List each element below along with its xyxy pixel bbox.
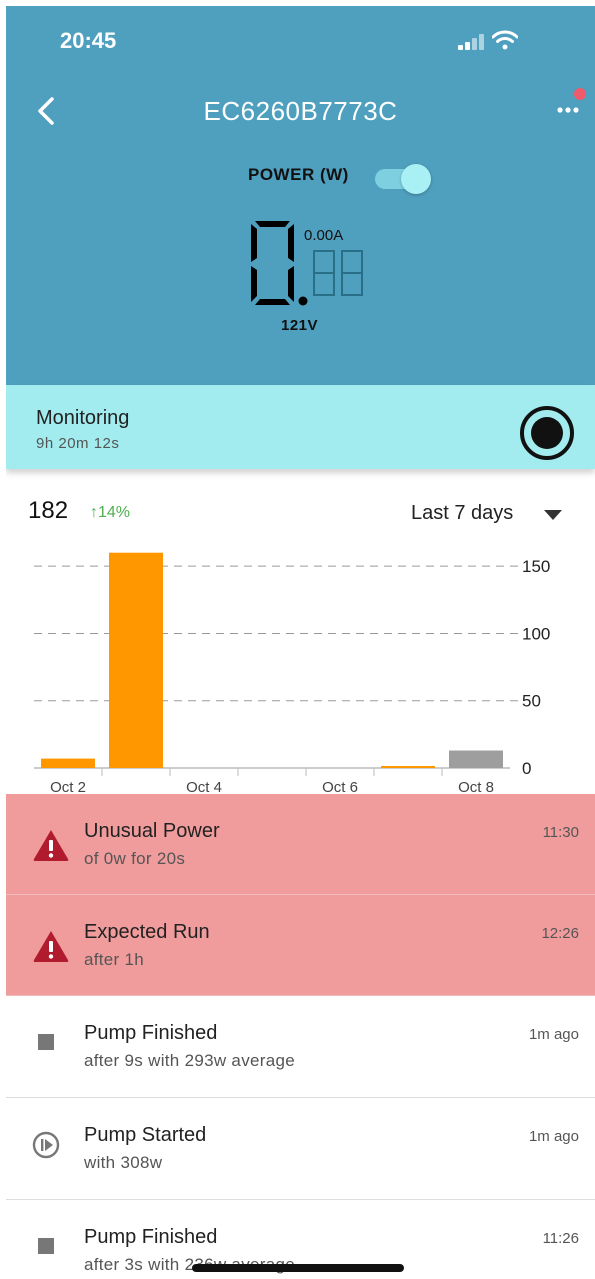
stop-icon: [38, 1034, 54, 1050]
alert-item[interactable]: Expected Run after 1h 12:26: [6, 895, 595, 996]
x-tick-label: Oct 2: [50, 779, 86, 794]
event-item[interactable]: Pump Started with 308w 1m ago: [6, 1098, 595, 1200]
usage-chart-panel: 182 ↑14% Last 7 days 0 50 100 150 Oct 2 Oct 4…: [6, 492, 595, 794]
event-subtitle: after 9s with 293w average: [84, 1051, 295, 1070]
warning-icon: [33, 830, 69, 861]
bar: [381, 766, 435, 768]
y-tick-label: 100: [522, 624, 550, 643]
usage-change: ↑14%: [90, 504, 131, 521]
alert-item[interactable]: Unusual Power of 0w for 20s 11:30: [6, 794, 595, 895]
bar: [449, 750, 503, 768]
event-subtitle: with 308w: [84, 1153, 163, 1172]
monitoring-title: Monitoring: [36, 407, 130, 429]
event-title: Pump Finished: [84, 1022, 218, 1044]
y-tick-label: 150: [522, 557, 550, 576]
alert-subtitle: after 1h: [84, 950, 145, 969]
stop-icon: [38, 1238, 54, 1254]
event-title: Pump Finished: [84, 1226, 218, 1248]
status-time: 20:45: [60, 28, 117, 53]
usage-bar-chart: 0 50 100 150 Oct 2 Oct 4 Oct 6 Oct 8: [34, 552, 550, 794]
toggle-knob: [401, 164, 431, 194]
y-tick-label: 50: [522, 692, 541, 711]
range-selector[interactable]: Last 7 days: [411, 502, 513, 525]
event-time: 1m ago: [528, 1026, 579, 1043]
x-tick-label: Oct 4: [186, 779, 222, 794]
event-list: Unusual Power of 0w for 20s 11:30 Expect…: [6, 794, 595, 1279]
alert-time: 11:30: [542, 824, 579, 841]
voltage-reading: 121V: [281, 317, 319, 334]
device-header: 20:45 EC6260B7773C POWER (W) 0.00A 121V: [6, 6, 595, 385]
more-horizontal-icon[interactable]: [556, 106, 580, 114]
x-tick-label: Oct 6: [322, 779, 358, 794]
record-button[interactable]: [519, 405, 575, 461]
caret-down-icon[interactable]: [544, 510, 562, 520]
bar: [41, 758, 95, 768]
event-title: Pump Started: [84, 1124, 207, 1146]
event-time: 1m ago: [528, 1128, 579, 1145]
power-toggle[interactable]: [373, 163, 435, 194]
alert-subtitle: of 0w for 20s: [84, 849, 186, 868]
cellular-signal-icon: [458, 34, 484, 50]
wifi-icon: [492, 30, 518, 50]
x-tick-label: Oct 8: [458, 779, 494, 794]
monitoring-bar: Monitoring 9h 20m 12s: [6, 385, 595, 469]
home-indicator[interactable]: [192, 1264, 404, 1272]
warning-icon: [33, 931, 69, 962]
alert-title: Unusual Power: [84, 820, 220, 842]
usage-total: 182: [28, 497, 69, 524]
device-title: EC6260B7773C: [203, 96, 398, 126]
event-time: 11:26: [542, 1230, 579, 1247]
monitoring-duration: 9h 20m 12s: [36, 435, 120, 452]
power-label: POWER (W): [248, 165, 349, 184]
play-circle-icon: [32, 1131, 60, 1159]
screen: 20:45 EC6260B7773C POWER (W) 0.00A 121V …: [0, 0, 595, 1279]
notification-dot: [574, 88, 586, 100]
event-item[interactable]: Pump Finished after 9s with 293w average…: [6, 996, 595, 1098]
y-tick-label: 0: [522, 759, 531, 778]
alert-title: Expected Run: [84, 921, 210, 943]
alert-time: 12:26: [541, 925, 579, 942]
current-reading: 0.00A: [304, 227, 344, 244]
bar: [109, 552, 163, 768]
app: 20:45 EC6260B7773C POWER (W) 0.00A 121V …: [6, 6, 595, 1279]
